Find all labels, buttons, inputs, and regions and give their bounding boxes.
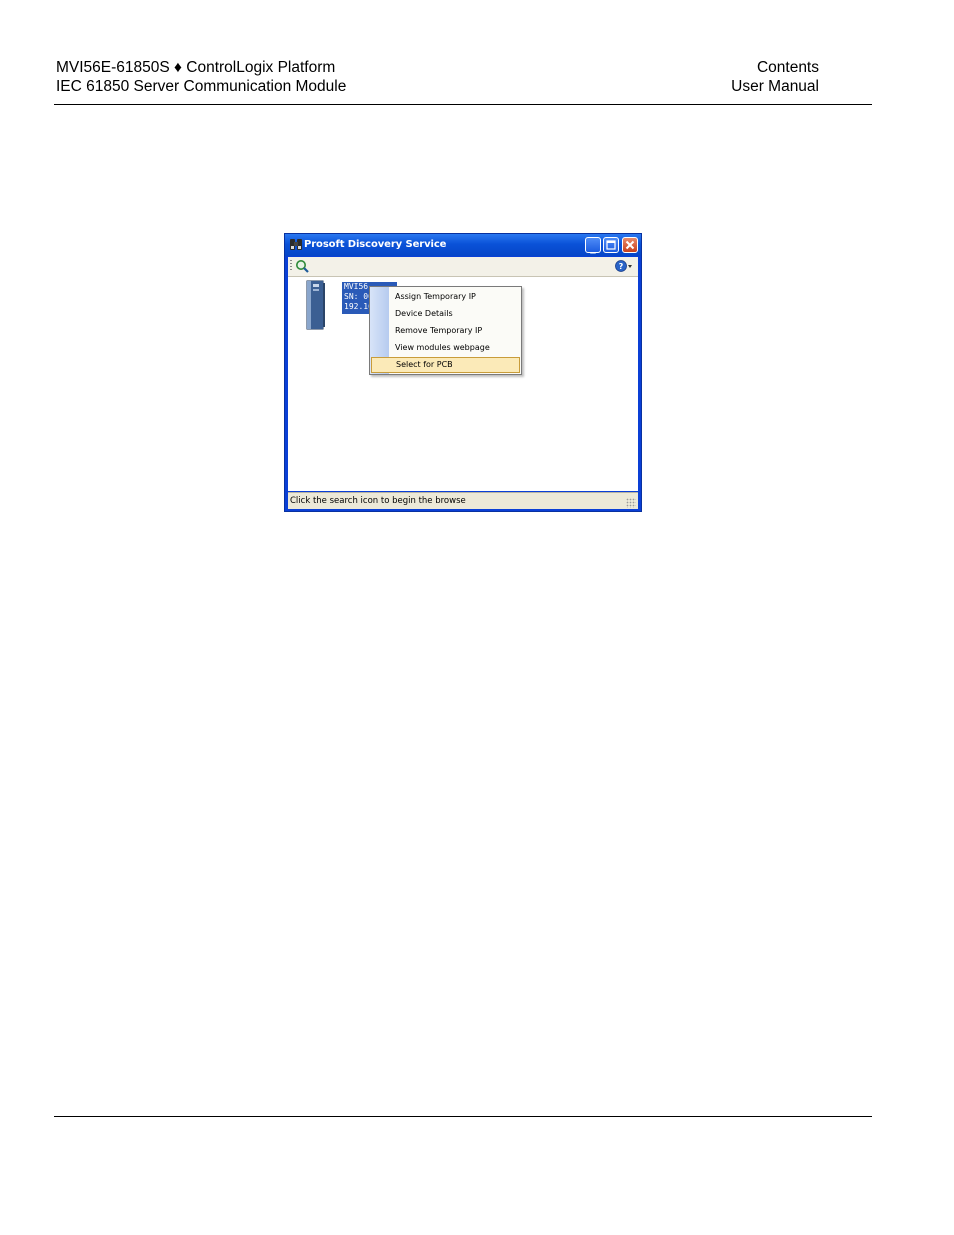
header-section: Contents [756, 59, 819, 76]
menu-item-assign-temporary-ip[interactable]: Assign Temporary IP [370, 289, 521, 305]
search-icon[interactable] [295, 259, 309, 273]
footer-rule [54, 1116, 872, 1117]
discovery-window: Prosoft Discovery Service _ ? MVI56 SN: … [284, 233, 642, 512]
menu-item-view-modules-webpage[interactable]: View modules webpage [370, 340, 521, 356]
device-list-area[interactable]: MVI56 SN: 00 192.16 Assign Temporary IP … [288, 277, 638, 491]
header-product-subtitle: IEC 61850 Server Communication Module [56, 78, 347, 95]
header-doc-type: User Manual [731, 78, 819, 95]
context-menu: Assign Temporary IP Device Details Remov… [369, 286, 522, 375]
minimize-button[interactable]: _ [585, 237, 601, 254]
status-bar: Click the search icon to begin the brows… [288, 492, 638, 509]
page-header-left: MVI56E-61850S ♦ ControlLogix Platform IE… [56, 58, 346, 96]
help-icon[interactable]: ? [614, 259, 634, 273]
menu-item-remove-temporary-ip[interactable]: Remove Temporary IP [370, 323, 521, 339]
menu-item-select-for-pcb[interactable]: Select for PCB [371, 357, 520, 373]
status-text: Click the search icon to begin the brows… [290, 496, 466, 506]
svg-text:?: ? [619, 262, 624, 271]
resize-grip[interactable] [626, 498, 636, 508]
close-icon [625, 240, 635, 250]
toolbar-grip[interactable] [290, 260, 292, 272]
minimize-icon: _ [590, 241, 596, 254]
menu-item-device-details[interactable]: Device Details [370, 306, 521, 322]
window-titlebar[interactable]: Prosoft Discovery Service _ [285, 234, 641, 256]
module-device-icon[interactable] [305, 279, 327, 331]
header-rule [54, 104, 872, 105]
page-header-right: Contents User Manual [731, 58, 819, 96]
header-product-title: MVI56E-61850S ♦ ControlLogix Platform [56, 59, 336, 76]
window-toolbar: ? [288, 257, 638, 277]
maximize-icon [606, 240, 616, 250]
binoculars-icon [290, 239, 302, 250]
close-button[interactable] [622, 237, 638, 253]
window-title: Prosoft Discovery Service [304, 239, 447, 250]
maximize-button[interactable] [603, 237, 619, 253]
